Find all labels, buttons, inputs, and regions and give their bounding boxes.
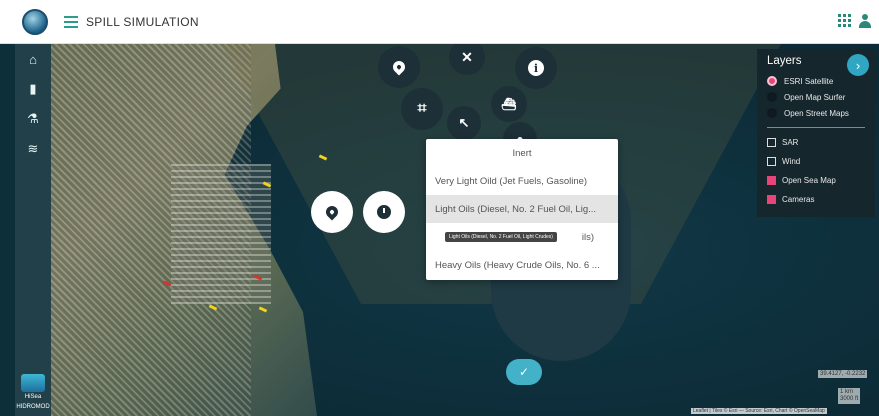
location-pin-icon[interactable] [311, 191, 353, 233]
hamburger-menu-icon[interactable] [64, 15, 78, 28]
base-layer-option[interactable]: ESRI Satellite [767, 73, 865, 89]
layers-panel: Layers › ESRI Satellite Open Map Surfer … [757, 49, 875, 217]
checkbox[interactable] [767, 138, 776, 147]
info-icon[interactable]: i [515, 47, 557, 89]
scale-km: 1 km [840, 389, 854, 395]
layer-label: ESRI Satellite [784, 76, 834, 86]
scale-ft: 3000 ft [840, 396, 859, 402]
oil-option-tooltip: Light Oils (Diesel, No. 2 Fuel Oil, Ligh… [445, 232, 557, 242]
oil-option[interactable]: Heavy Oils (Heavy Crude Oils, No. 6 ... [426, 251, 618, 279]
oil-option-label: ils) [581, 231, 594, 243]
hidromod-label: HIDROMOD [16, 404, 50, 410]
overlay-label: Open Sea Map [782, 176, 836, 185]
clock-icon[interactable] [363, 191, 405, 233]
checkbox[interactable] [767, 157, 776, 166]
info-glyph: i [528, 60, 544, 76]
waves-icon[interactable]: ≋ [15, 134, 51, 164]
divider [767, 127, 865, 128]
hisea-logo-icon [21, 374, 45, 392]
overlay-option[interactable]: Wind [767, 152, 865, 171]
base-layer-option[interactable]: Open Street Maps [767, 105, 865, 121]
overlay-label: Cameras [782, 195, 815, 204]
layer-label: Open Street Maps [784, 108, 849, 118]
app-header: SPILL SIMULATION [0, 0, 879, 44]
radio-button[interactable] [767, 76, 777, 86]
undo-icon[interactable]: ↖ [447, 106, 481, 140]
fuel-icon[interactable]: ▮ [15, 74, 51, 104]
flask-icon[interactable]: ⚗ [15, 104, 51, 134]
overlay-option[interactable]: SAR [767, 133, 865, 152]
sidebar-footer: HiSea HIDROMOD [15, 374, 51, 410]
checkbox[interactable] [767, 176, 776, 185]
port-area [171, 164, 271, 304]
oil-option[interactable]: Very Light Oild (Jet Fuels, Gasoline) [426, 167, 618, 195]
overlay-label: SAR [782, 138, 799, 147]
oil-option[interactable]: Inert [426, 139, 618, 167]
ship-icon[interactable]: ⛴ [491, 86, 527, 122]
globe-logo[interactable] [22, 8, 48, 35]
layer-label: Open Map Surfer [784, 92, 846, 102]
check-icon[interactable]: ✓ [506, 359, 542, 385]
coordinates-readout: 39.4127, -0.2232 [818, 370, 868, 378]
hisea-label: HiSea [24, 394, 42, 400]
home-icon[interactable]: ⌂ [15, 44, 51, 74]
overlay-option[interactable]: Cameras [767, 190, 865, 209]
user-icon[interactable] [859, 14, 871, 28]
oil-option-selected[interactable]: Light Oils (Diesel, No. 2 Fuel Oil, Lig.… [426, 195, 618, 223]
oil-type-dropdown[interactable]: Inert Very Light Oild (Jet Fuels, Gasoli… [426, 139, 618, 280]
apps-grid-icon[interactable] [838, 14, 851, 27]
location-pin-icon[interactable] [378, 46, 420, 88]
radio-button[interactable] [767, 108, 777, 118]
base-layer-option[interactable]: Open Map Surfer [767, 89, 865, 105]
map-attribution[interactable]: Leaflet | Tiles © Esri — Source: Esri, C… [691, 408, 827, 414]
polygon-icon[interactable]: ⌗ [401, 88, 443, 130]
overlay-label: Wind [782, 157, 801, 166]
scale-bar: 1 km 3000 ft [838, 388, 861, 404]
radio-button[interactable] [767, 92, 777, 102]
chevron-right-icon[interactable]: › [847, 54, 869, 76]
sidebar: ⌂ ▮ ⚗ ≋ HiSea HIDROMOD [15, 44, 51, 416]
overlay-option[interactable]: Open Sea Map [767, 171, 865, 190]
checkbox[interactable] [767, 195, 776, 204]
page-title: SPILL SIMULATION [86, 14, 199, 29]
